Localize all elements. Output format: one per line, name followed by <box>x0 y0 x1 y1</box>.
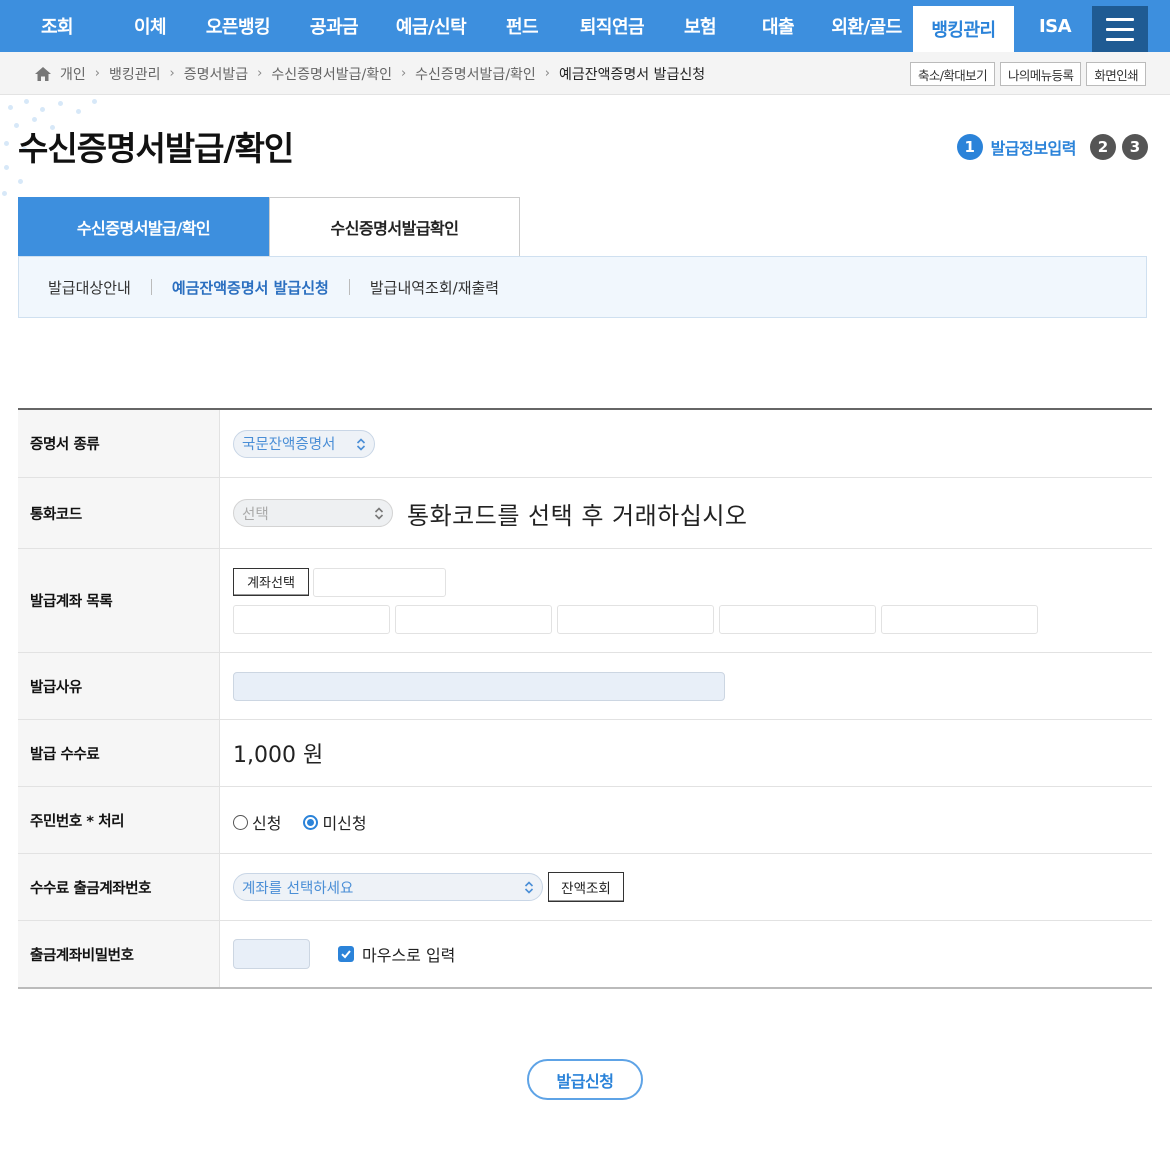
check-icon <box>341 950 351 959</box>
nav-item-banking-mgmt[interactable]: 뱅킹관리 <box>913 6 1014 52</box>
rrn-label: 주민번호 * 처리 <box>18 787 220 853</box>
subtab-bar: 발급대상안내 예금잔액증명서 발급신청 발급내역조회/재출력 <box>18 256 1147 318</box>
divider <box>348 279 350 295</box>
mouse-input-option: 마우스로 입력 <box>338 942 455 966</box>
zoom-toggle-button[interactable]: 축소/확대보기 <box>909 62 995 86</box>
divider <box>150 279 152 295</box>
accounts-label: 발급계좌 목록 <box>18 549 220 652</box>
step-1-badge: 1 <box>956 134 983 160</box>
tab-bar: 수신증명서발급/확인 수신증명서발급확인 <box>18 197 520 256</box>
currency-value: 선택 <box>242 506 269 523</box>
form-row-currency: 통화코드 선택 통화코드를 선택 후 거래하십시오 <box>18 478 1152 549</box>
nav-item-deposit[interactable]: 예금/신탁 <box>378 0 484 52</box>
breadcrumb-item[interactable]: 수신증명서발급/확인 <box>415 64 536 84</box>
nav-item-openbanking[interactable]: 오픈뱅킹 <box>186 0 290 52</box>
rrn-apply-radio[interactable]: 신청 <box>233 810 281 834</box>
nav-item-insurance[interactable]: 보험 <box>664 0 736 52</box>
breadcrumb-item[interactable]: 개인 <box>60 64 86 84</box>
mouse-input-checkbox[interactable] <box>338 946 354 962</box>
fee-label: 발급 수수료 <box>18 720 220 786</box>
fee-account-label: 수수료 출금계좌번호 <box>18 854 220 920</box>
home-icon[interactable] <box>34 66 52 82</box>
form-row-fee: 발급 수수료 1,000 원 <box>18 720 1152 787</box>
nav-item-loan[interactable]: 대출 <box>736 0 820 52</box>
fee-account-select[interactable]: 계좌를 선택하세요 <box>233 873 543 901</box>
form-row-reason: 발급사유 <box>18 653 1152 720</box>
breadcrumb: 개인 › 뱅킹관리 › 증명서발급 › 수신증명서발급/확인 › 수신증명서발급… <box>34 52 705 95</box>
tab-issue-confirm[interactable]: 수신증명서발급/확인 <box>18 197 269 256</box>
chevron-right-icon: › <box>169 66 175 81</box>
fee-value: 1,000 원 <box>233 743 324 768</box>
application-form: 증명서 종류 국문잔액증명서 통화코드 선택 통화코드를 선택 후 거래하십시오… <box>18 408 1152 989</box>
currency-label: 통화코드 <box>18 478 220 548</box>
rrn-not-apply-label: 미신청 <box>322 814 367 833</box>
cert-type-value: 국문잔액증명서 <box>242 437 336 453</box>
select-account-button[interactable]: 계좌선택 <box>233 567 309 596</box>
print-screen-button[interactable]: 화면인쇄 <box>1086 62 1146 86</box>
radio-circle <box>233 814 248 830</box>
subtab-balance-cert-apply[interactable]: 예금잔액증명서 발급신청 <box>172 277 329 298</box>
step-1-label: 발급정보입력 <box>990 139 1077 158</box>
subtab-target-guide[interactable]: 발급대상안내 <box>48 277 131 298</box>
chevron-right-icon: › <box>257 66 263 81</box>
password-label: 출금계좌비밀번호 <box>18 921 220 987</box>
breadcrumb-item[interactable]: 증명서발급 <box>184 64 248 84</box>
mouse-input-label: 마우스로 입력 <box>362 946 456 965</box>
account-field[interactable] <box>557 604 714 634</box>
submit-apply-button[interactable]: 발급신청 <box>527 1059 643 1100</box>
select-arrows-icon <box>524 881 534 894</box>
reason-input[interactable] <box>233 671 725 701</box>
reason-label: 발급사유 <box>18 653 220 719</box>
nav-item-transfer[interactable]: 이체 <box>114 0 186 52</box>
breadcrumb-item[interactable]: 수신증명서발급/확인 <box>271 64 392 84</box>
password-input[interactable] <box>233 939 310 969</box>
tab-issue-check[interactable]: 수신증명서발급확인 <box>269 197 520 256</box>
rrn-apply-label: 신청 <box>252 814 282 833</box>
chevron-right-icon: › <box>400 66 407 81</box>
cert-type-label: 증명서 종류 <box>18 410 220 477</box>
radio-circle <box>303 814 319 830</box>
form-row-rrn: 주민번호 * 처리 신청 미신청 <box>18 787 1152 854</box>
hamburger-icon[interactable] <box>1092 6 1148 52</box>
account-field[interactable] <box>719 604 876 634</box>
nav-item-utility[interactable]: 공과금 <box>290 0 378 52</box>
account-field[interactable] <box>881 604 1038 634</box>
chevron-right-icon: › <box>544 66 550 81</box>
breadcrumb-bar: 개인 › 뱅킹관리 › 증명서발급 › 수신증명서발급/확인 › 수신증명서발급… <box>0 52 1170 95</box>
currency-hint: 통화코드를 선택 후 거래하십시오 <box>407 501 748 530</box>
form-row-password: 출금계좌비밀번호 마우스로 입력 <box>18 921 1152 987</box>
form-row-accounts: 발급계좌 목록 계좌선택 <box>18 549 1152 653</box>
page-title: 수신증명서발급/확인 <box>18 129 294 168</box>
account-field[interactable] <box>395 604 552 634</box>
nav-item-fund[interactable]: 펀드 <box>484 0 560 52</box>
step-indicator: 1 발급정보입력 2 3 <box>956 134 1148 160</box>
utility-buttons: 축소/확대보기 나의메뉴등록 화면인쇄 <box>909 62 1146 86</box>
nav-item-fx-gold[interactable]: 외환/골드 <box>820 0 913 52</box>
step-2-badge: 2 <box>1090 134 1116 160</box>
rrn-not-apply-radio[interactable]: 미신청 <box>303 810 367 834</box>
account-field[interactable] <box>233 604 390 634</box>
cert-type-select[interactable]: 국문잔액증명서 <box>233 429 375 458</box>
form-row-fee-account: 수수료 출금계좌번호 계좌를 선택하세요 잔액조회 <box>18 854 1152 921</box>
add-my-menu-button[interactable]: 나의메뉴등록 <box>999 62 1082 86</box>
breadcrumb-current: 예금잔액증명서 발급신청 <box>559 66 706 83</box>
nav-item-isa[interactable]: ISA <box>1014 0 1096 52</box>
subtab-history-reprint[interactable]: 발급내역조회/재출력 <box>370 277 499 298</box>
chevron-right-icon: › <box>94 66 100 81</box>
top-nav: 조회 이체 오픈뱅킹 공과금 예금/신탁 펀드 퇴직연금 보험 대출 외환/골드… <box>0 0 1170 52</box>
form-row-cert-type: 증명서 종류 국문잔액증명서 <box>18 410 1152 478</box>
nav-item-pension[interactable]: 퇴직연금 <box>560 0 664 52</box>
account-field[interactable] <box>313 567 446 597</box>
select-arrows-icon <box>356 437 366 451</box>
nav-item-inquiry[interactable]: 조회 <box>0 0 114 52</box>
step-3-badge: 3 <box>1122 134 1148 160</box>
balance-check-button[interactable]: 잔액조회 <box>548 872 624 902</box>
breadcrumb-item[interactable]: 뱅킹관리 <box>109 64 161 84</box>
select-arrows-icon <box>374 507 384 520</box>
fee-account-placeholder: 계좌를 선택하세요 <box>242 880 354 897</box>
currency-select[interactable]: 선택 <box>233 499 393 527</box>
